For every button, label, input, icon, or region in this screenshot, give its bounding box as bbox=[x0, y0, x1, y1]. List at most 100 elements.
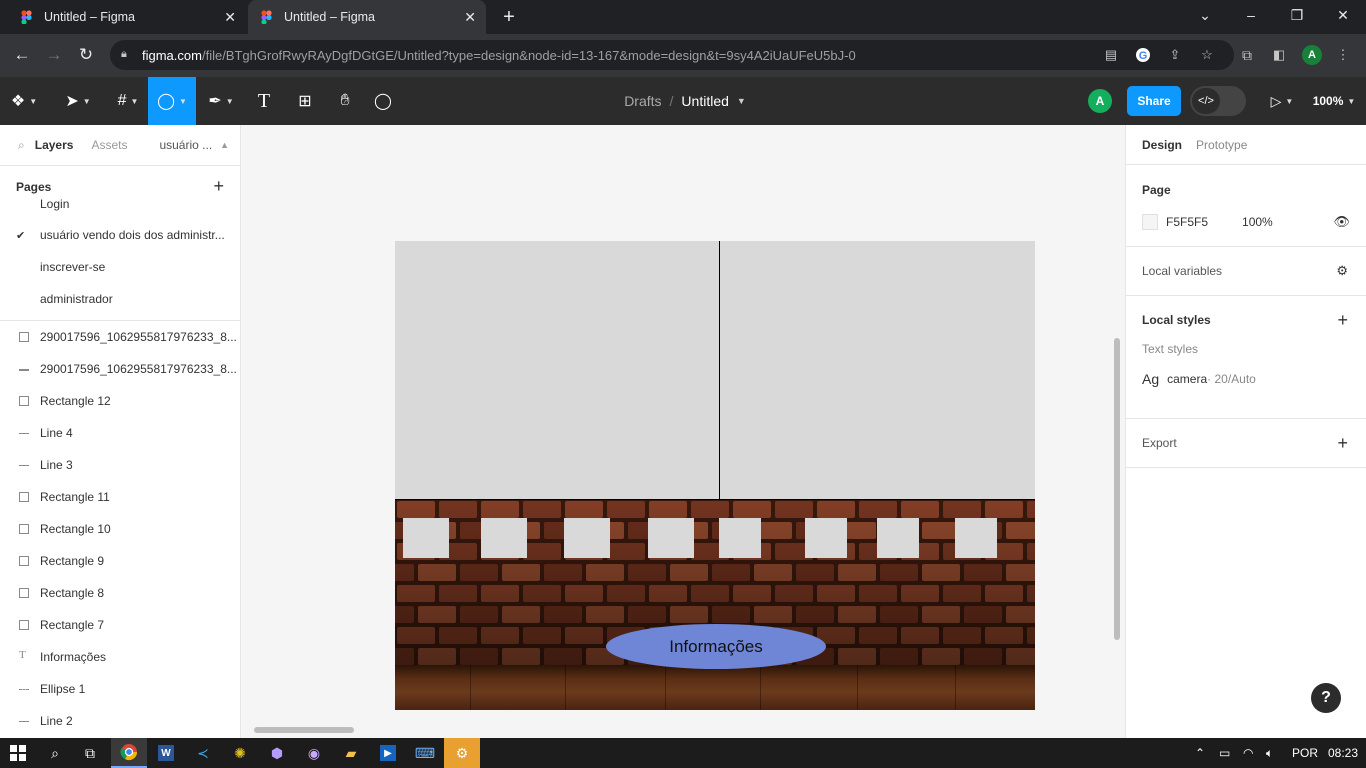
layer-row[interactable]: Line 2 bbox=[0, 705, 240, 737]
close-tab-icon[interactable]: ✕ bbox=[464, 9, 476, 26]
tab-assets[interactable]: Assets bbox=[91, 138, 127, 152]
add-style-plus-icon[interactable]: + bbox=[1337, 310, 1348, 331]
user-avatar[interactable]: A bbox=[1088, 89, 1112, 113]
rectangle-window[interactable] bbox=[805, 518, 847, 558]
pen-tool-button[interactable]: ✒ ▼ bbox=[200, 77, 242, 125]
chrome-taskbar-icon[interactable] bbox=[111, 738, 147, 768]
profile-avatar[interactable]: A bbox=[1302, 45, 1322, 65]
layer-row[interactable]: T Informações bbox=[0, 641, 240, 673]
layer-row[interactable]: Rectangle 7 bbox=[0, 609, 240, 641]
tab-search-chevron-icon[interactable]: ⌄ bbox=[1182, 0, 1228, 30]
rectangle-window[interactable] bbox=[403, 518, 449, 558]
layer-row[interactable]: Line 3 bbox=[0, 449, 240, 481]
chrome-menu-icon[interactable]: ⋮ bbox=[1335, 47, 1351, 63]
side-panel-icon[interactable]: ◧ bbox=[1271, 47, 1287, 63]
chevron-up-icon[interactable]: ▲ bbox=[220, 140, 229, 150]
design-frame[interactable]: Informações bbox=[395, 241, 1035, 710]
layer-row[interactable]: Line 4 bbox=[0, 417, 240, 449]
wifi-icon[interactable]: ◠ bbox=[1243, 738, 1259, 768]
rectangle-window[interactable] bbox=[648, 518, 694, 558]
local-variables-section[interactable]: Local variables ⚙︎ bbox=[1126, 247, 1366, 296]
reload-icon[interactable]: ↻ bbox=[75, 44, 97, 66]
layer-row[interactable]: Rectangle 12 bbox=[0, 385, 240, 417]
export-section[interactable]: Export + bbox=[1126, 419, 1366, 468]
app-icon-3[interactable]: ▶ bbox=[370, 738, 406, 768]
comment-tool-button[interactable]: ◯ bbox=[366, 77, 400, 125]
close-window-icon[interactable]: ✕ bbox=[1320, 0, 1366, 30]
variables-settings-icon[interactable]: ⚙︎ bbox=[1336, 263, 1348, 279]
resources-tool-button[interactable]: ⊞ bbox=[288, 77, 322, 125]
present-button[interactable]: ▷ ▼ bbox=[1262, 77, 1302, 125]
browser-tab[interactable]: Untitled – Figma ✕ bbox=[8, 0, 246, 34]
share-page-icon[interactable]: ⇪ bbox=[1167, 47, 1183, 63]
app-icon-1[interactable]: ✺ bbox=[222, 738, 258, 768]
browser-tab-active[interactable]: Untitled – Figma ✕ bbox=[248, 0, 486, 34]
text-style-row[interactable]: Ag camera · 20/Auto bbox=[1142, 371, 1350, 387]
clock[interactable]: 08:23 bbox=[1328, 738, 1358, 768]
frame-tool-button[interactable]: # ▼ bbox=[108, 77, 148, 125]
layer-row[interactable]: Rectangle 8 bbox=[0, 577, 240, 609]
task-view-icon[interactable]: ⧉ bbox=[72, 738, 108, 768]
rectangle-window[interactable] bbox=[564, 518, 610, 558]
page-opacity[interactable]: 100% bbox=[1242, 215, 1273, 229]
color-swatch[interactable] bbox=[1142, 214, 1158, 230]
dev-mode-toggle[interactable]: </> bbox=[1190, 86, 1246, 116]
page-item-current[interactable]: ✔ usuário vendo dois dos administr... bbox=[0, 219, 240, 251]
forward-arrow-icon[interactable]: → bbox=[43, 44, 65, 66]
chevron-down-icon[interactable]: ▼ bbox=[737, 96, 746, 106]
tray-chevron-up-icon[interactable]: ⌃ bbox=[1195, 738, 1209, 768]
language-indicator[interactable]: POR bbox=[1292, 738, 1318, 768]
layer-row[interactable]: Ellipse 1 bbox=[0, 673, 240, 705]
clipboard-icon[interactable]: ▤ bbox=[1103, 47, 1119, 63]
rectangle-window[interactable] bbox=[719, 518, 761, 558]
move-tool-button[interactable]: ➤ ▼ bbox=[58, 77, 98, 125]
search-icon[interactable]: ⌕ bbox=[18, 138, 25, 153]
vscode-icon[interactable]: ≺ bbox=[185, 738, 221, 768]
rectangle-window[interactable] bbox=[481, 518, 527, 558]
search-icon[interactable]: ⌕ bbox=[37, 738, 73, 768]
layer-row[interactable]: Rectangle 10 bbox=[0, 513, 240, 545]
share-button[interactable]: Share bbox=[1127, 86, 1181, 116]
zoom-dropdown[interactable]: 100% ▼ bbox=[1306, 77, 1362, 125]
file-explorer-icon[interactable]: ▰ bbox=[333, 738, 369, 768]
restore-icon[interactable]: ❐ bbox=[1274, 0, 1320, 30]
info-ellipse[interactable]: Informações bbox=[606, 624, 826, 669]
eye-visibility-icon[interactable]: 👁︎ bbox=[1333, 214, 1350, 230]
rectangle-window[interactable] bbox=[955, 518, 997, 558]
layer-row[interactable]: 290017596_1062955817976233_8... bbox=[0, 353, 240, 385]
extensions-puzzle-icon[interactable]: ⧉ bbox=[1239, 47, 1255, 63]
layer-row[interactable]: Rectangle 9 bbox=[0, 545, 240, 577]
address-bar[interactable]: 🔒︎ figma.com/file/BTghGrofRwyRAyDgfDGtGE… bbox=[110, 40, 1234, 70]
tab-prototype[interactable]: Prototype bbox=[1196, 138, 1247, 152]
app-icon-4[interactable]: ⚙︎ bbox=[444, 738, 480, 768]
add-page-plus-icon[interactable]: + bbox=[213, 176, 224, 197]
ellipse-tool-button[interactable]: ◯ ▼ bbox=[148, 77, 196, 125]
layer-row[interactable]: 290017596_1062955817976233_8... bbox=[0, 321, 240, 353]
keyboard-app-icon[interactable]: ⌨ bbox=[407, 738, 443, 768]
layer-row[interactable]: Rectangle 11 bbox=[0, 481, 240, 513]
rectangle-window[interactable] bbox=[877, 518, 919, 558]
network-icon[interactable]: ▭ bbox=[1219, 738, 1235, 768]
hand-tool-button[interactable]: ✋︎ bbox=[328, 77, 362, 125]
volume-icon[interactable]: 🔈︎ bbox=[1266, 738, 1282, 768]
tab-layers[interactable]: Layers bbox=[35, 138, 74, 152]
back-arrow-icon[interactable]: ← bbox=[11, 44, 33, 66]
vertical-line[interactable] bbox=[719, 241, 720, 499]
word-icon[interactable]: W bbox=[148, 738, 184, 768]
tab-design[interactable]: Design bbox=[1142, 138, 1182, 152]
minimize-icon[interactable]: – bbox=[1228, 0, 1274, 30]
close-tab-icon[interactable]: ✕ bbox=[224, 9, 236, 26]
page-item[interactable]: inscrever-se bbox=[0, 251, 240, 283]
page-selector[interactable]: usuário ... bbox=[159, 138, 212, 152]
horizontal-line[interactable] bbox=[395, 499, 1035, 500]
windows-start-icon[interactable] bbox=[0, 738, 36, 768]
file-name[interactable]: Untitled bbox=[681, 93, 728, 109]
google-icon[interactable]: G bbox=[1135, 47, 1151, 63]
page-item[interactable]: administrador bbox=[0, 283, 240, 315]
main-menu-button[interactable]: ❖ ▼ bbox=[4, 77, 44, 125]
page-fill-row[interactable]: F5F5F5 100% 👁︎ bbox=[1142, 214, 1350, 230]
new-tab-plus-icon[interactable]: + bbox=[498, 6, 520, 28]
page-item[interactable]: Login bbox=[0, 195, 240, 219]
horizontal-scrollbar[interactable] bbox=[254, 727, 354, 733]
breadcrumb-drafts[interactable]: Drafts bbox=[624, 93, 661, 109]
